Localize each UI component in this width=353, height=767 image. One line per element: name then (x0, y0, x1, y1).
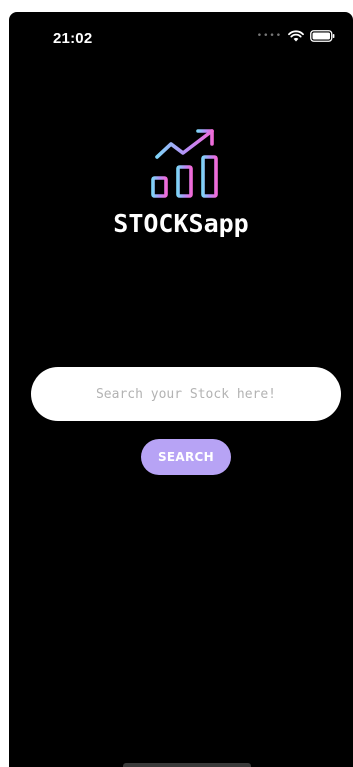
wifi-icon (288, 30, 304, 42)
cellular-signal-icon: •••• (256, 31, 282, 41)
app-title: STOCKSapp (113, 209, 249, 238)
bar-chart-trend-up-icon (149, 127, 225, 203)
status-bar: 21:02 •••• (9, 12, 353, 56)
app-screen: 21:02 •••• STOCKSapp Search your Stock h… (9, 12, 353, 767)
search-input[interactable] (31, 367, 341, 421)
status-indicators: •••• (257, 30, 335, 42)
home-indicator (123, 763, 251, 767)
battery-icon (310, 30, 335, 42)
search-button[interactable]: SEARCH (141, 439, 231, 475)
status-time: 21:02 (53, 30, 93, 47)
